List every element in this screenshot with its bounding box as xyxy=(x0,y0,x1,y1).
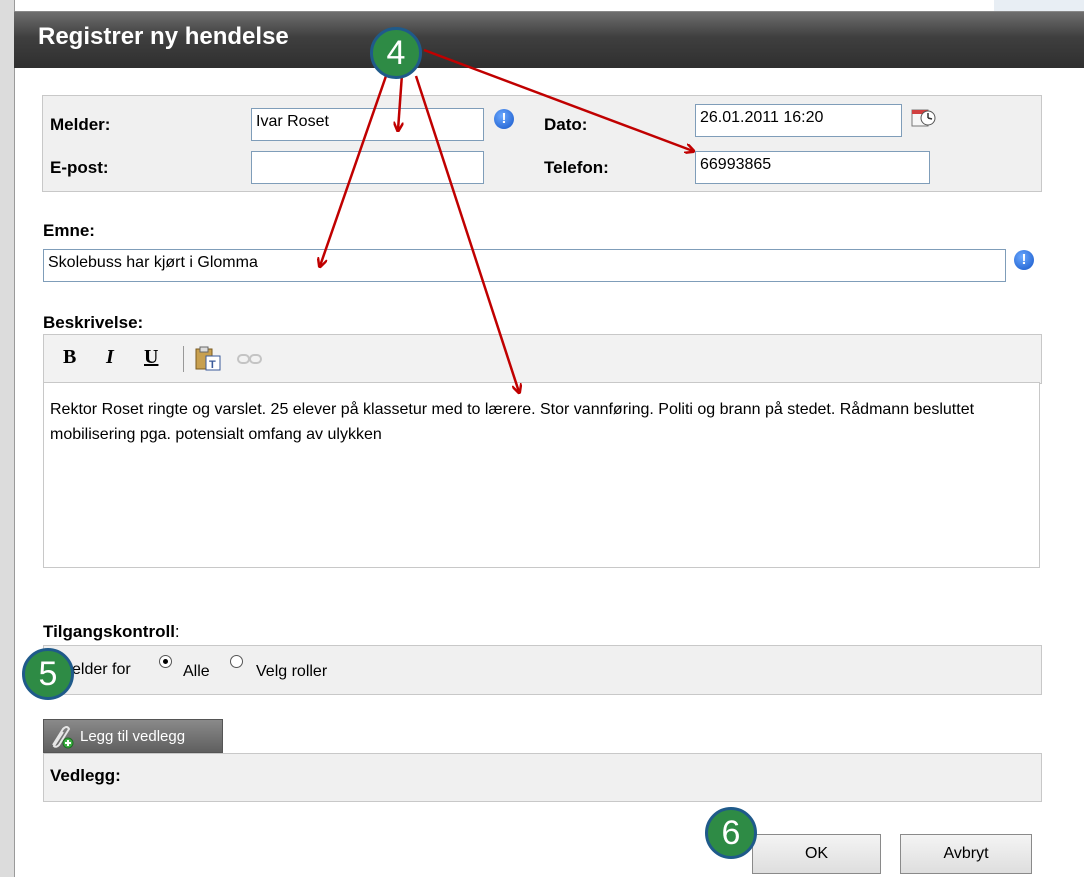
radio-alle[interactable] xyxy=(159,655,172,668)
description-editor[interactable]: Rektor Roset ringte og varslet. 25 eleve… xyxy=(43,382,1040,568)
cancel-button[interactable]: Avbryt xyxy=(900,834,1032,874)
tilgangskontroll-label: Tilgangskontroll: xyxy=(43,622,180,641)
dialog-title: Registrer ny hendelse xyxy=(38,23,289,50)
attachments-panel xyxy=(43,753,1042,802)
melder-field[interactable]: Ivar Roset xyxy=(251,108,484,141)
epost-label: E-post: xyxy=(50,158,109,177)
beskrivelse-label: Beskrivelse: xyxy=(43,313,144,332)
paste-text-icon[interactable]: T xyxy=(194,346,224,372)
bold-button[interactable]: B xyxy=(63,346,76,369)
dato-label: Dato: xyxy=(544,115,588,134)
add-attachment-icon xyxy=(52,726,74,749)
melder-label: Melder: xyxy=(50,115,111,134)
dialog-left-edge xyxy=(0,0,15,877)
editor-toolbar xyxy=(43,334,1042,384)
add-attachment-label: Legg til vedlegg xyxy=(80,728,186,745)
annotation-badge-6: 6 xyxy=(705,807,757,859)
radio-alle-label: Alle xyxy=(183,663,210,680)
vedlegg-label: Vedlegg: xyxy=(50,766,121,785)
dialog-titlebar: Registrer ny hendelse xyxy=(14,11,1084,68)
telefon-label: Telefon: xyxy=(544,158,609,177)
melder-required-icon: ! xyxy=(494,109,514,129)
svg-text:T: T xyxy=(209,359,216,371)
emne-required-icon: ! xyxy=(1014,250,1034,270)
emne-label: Emne: xyxy=(43,221,95,240)
radio-velg-roller-label: Velg roller xyxy=(256,663,328,680)
background-strip xyxy=(994,0,1084,11)
italic-button[interactable]: I xyxy=(106,346,114,369)
ok-button[interactable]: OK xyxy=(752,834,881,874)
telefon-field[interactable]: 66993865 xyxy=(695,151,930,184)
add-attachment-button[interactable]: Legg til vedlegg xyxy=(43,719,223,753)
calendar-clock-icon[interactable] xyxy=(911,107,937,129)
dato-field[interactable]: 26.01.2011 16:20 xyxy=(695,104,902,137)
underline-button[interactable]: U xyxy=(144,346,158,369)
epost-field[interactable] xyxy=(251,151,484,184)
annotation-badge-5: 5 xyxy=(22,648,74,700)
emne-field[interactable]: Skolebuss har kjørt i Glomma xyxy=(43,249,1006,282)
annotation-badge-4: 4 xyxy=(370,27,422,79)
toolbar-separator xyxy=(183,346,184,372)
link-icon[interactable] xyxy=(236,351,264,367)
radio-velg-roller[interactable] xyxy=(230,655,243,668)
